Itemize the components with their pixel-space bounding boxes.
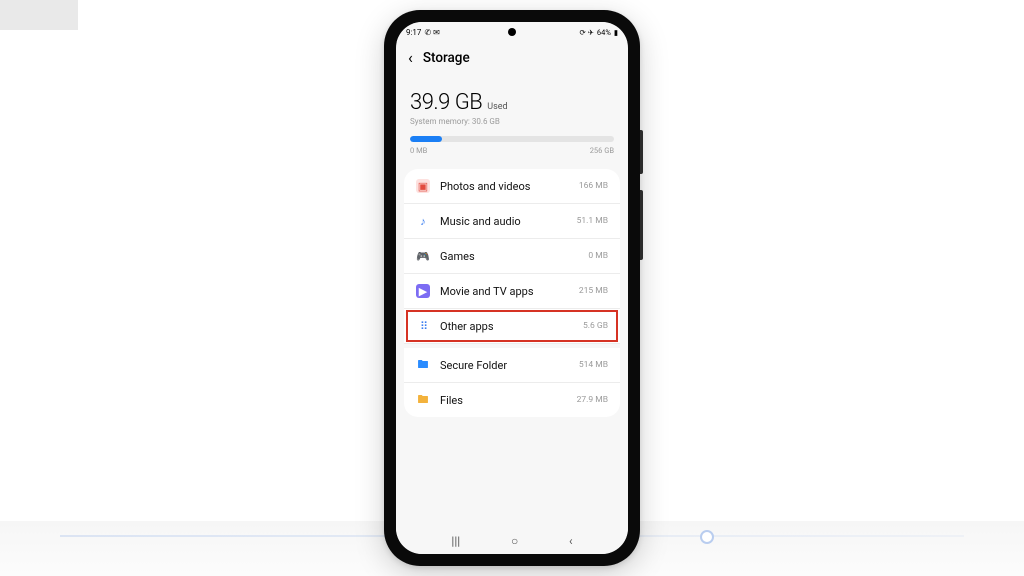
category-label: Music and audio	[440, 215, 567, 228]
category-row-other[interactable]: ⠿ Other apps 5.6 GB	[404, 309, 620, 344]
category-row-music[interactable]: ♪ Music and audio 51.1 MB	[404, 204, 620, 239]
category-size: 166 MB	[579, 181, 608, 191]
category-label: Files	[440, 394, 567, 407]
files-icon: 🖿	[416, 393, 430, 407]
storage-progress-bar	[410, 136, 614, 142]
system-memory-label: System memory: 30.6 GB	[410, 117, 614, 126]
storage-scale-max: 256 GB	[590, 146, 614, 155]
category-size: 51.1 MB	[577, 216, 608, 226]
battery-icon: ▮	[614, 28, 618, 37]
back-button[interactable]: ‹	[406, 48, 415, 68]
android-nav-bar: ||| ○ ‹	[396, 528, 628, 554]
category-size: 215 MB	[579, 286, 608, 296]
status-battery-text: 64%	[597, 28, 611, 37]
category-label: Movie and TV apps	[440, 285, 569, 298]
category-row-photos[interactable]: ▣ Photos and videos 166 MB	[404, 169, 620, 204]
storage-summary: 39.9 GB Used System memory: 30.6 GB 0 MB…	[396, 78, 628, 163]
status-left-icons: ✆ ✉	[424, 28, 439, 37]
nav-home-button[interactable]: ○	[511, 534, 518, 548]
storage-scale: 0 MB 256 GB	[410, 146, 614, 155]
status-time: 9:17	[406, 28, 421, 37]
page-title: Storage	[423, 50, 470, 66]
storage-progress-fill	[410, 136, 442, 142]
photos-icon: ▣	[416, 179, 430, 193]
video-icon: ▶	[416, 284, 430, 298]
front-camera-dot	[508, 28, 516, 36]
category-size: 27.9 MB	[577, 395, 608, 405]
category-size: 0 MB	[588, 251, 608, 261]
stage-corner-patch	[0, 0, 78, 30]
category-row-video[interactable]: ▶ Movie and TV apps 215 MB	[404, 274, 620, 309]
storage-used-label: Used	[487, 102, 507, 112]
storage-used-amount: 39.9 GB	[410, 90, 482, 115]
category-row-games[interactable]: 🎮 Games 0 MB	[404, 239, 620, 274]
nav-back-button[interactable]: ‹	[569, 534, 573, 548]
phone-frame: 9:17 ✆ ✉ ⟳ ✈ 64% ▮ ‹ Storage 39.9 GB Use…	[384, 10, 640, 566]
category-label: Games	[440, 250, 578, 263]
category-row-secure[interactable]: 🖿 Secure Folder 514 MB	[404, 344, 620, 383]
secure-icon: 🖿	[416, 358, 430, 372]
nav-recent-button[interactable]: |||	[451, 534, 460, 548]
storage-scale-min: 0 MB	[410, 146, 427, 155]
page-header: ‹ Storage	[396, 42, 628, 78]
storage-category-list: ▣ Photos and videos 166 MB ♪ Music and audio…	[404, 169, 620, 417]
category-label: Other apps	[440, 320, 573, 333]
status-right-icons: ⟳ ✈	[579, 28, 593, 37]
category-label: Secure Folder	[440, 359, 569, 372]
category-size: 5.6 GB	[583, 321, 608, 331]
category-row-files[interactable]: 🖿 Files 27.9 MB	[404, 383, 620, 417]
category-label: Photos and videos	[440, 180, 569, 193]
music-icon: ♪	[416, 214, 430, 228]
category-size: 514 MB	[579, 360, 608, 370]
games-icon: 🎮	[416, 249, 430, 263]
phone-screen: 9:17 ✆ ✉ ⟳ ✈ 64% ▮ ‹ Storage 39.9 GB Use…	[396, 22, 628, 554]
other-icon: ⠿	[416, 319, 430, 333]
